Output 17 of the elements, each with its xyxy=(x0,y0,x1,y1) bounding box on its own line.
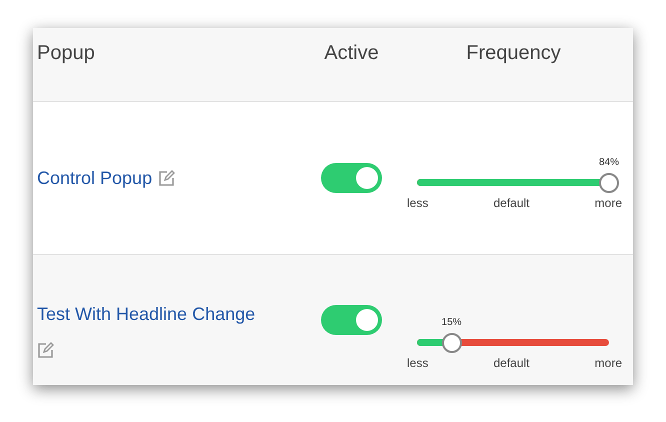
edit-icon[interactable] xyxy=(37,342,54,359)
popup-name-link[interactable]: Test With Headline Change xyxy=(37,301,256,328)
toggle-switch[interactable] xyxy=(321,163,382,193)
scale-label: less xyxy=(407,194,428,212)
scale-label: more xyxy=(594,354,622,372)
edit-icon[interactable] xyxy=(158,170,176,186)
scale-label: default xyxy=(493,354,530,372)
scale-label: default xyxy=(493,194,530,212)
column-header: Popup xyxy=(36,41,96,66)
percent-label: 84% xyxy=(599,156,619,170)
scale-label: more xyxy=(594,194,622,212)
scale-label: less xyxy=(407,354,428,372)
column-header: Frequency xyxy=(465,41,562,66)
percent-label: 15% xyxy=(442,316,462,330)
popup-name-link[interactable]: Control Popup xyxy=(37,164,152,192)
toggle-switch[interactable] xyxy=(321,305,382,335)
column-header: Active xyxy=(323,41,380,66)
